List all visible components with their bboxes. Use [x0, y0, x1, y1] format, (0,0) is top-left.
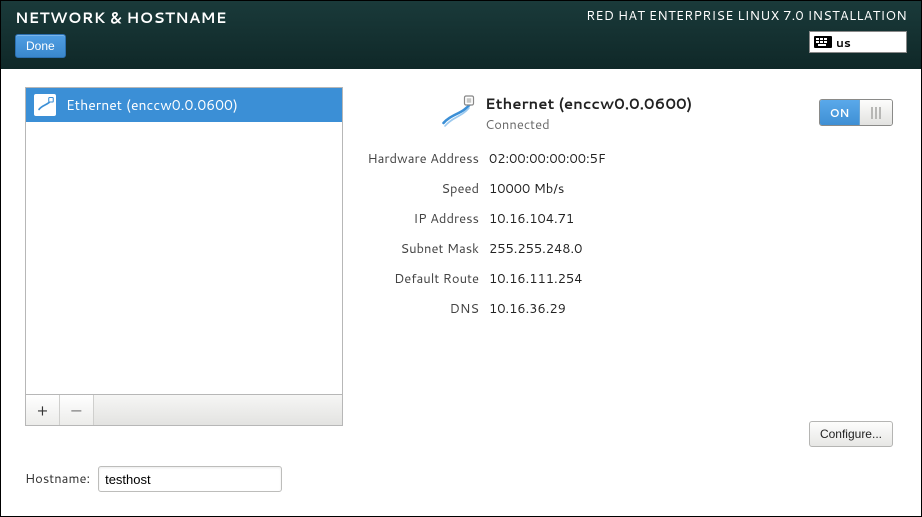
device-list-toolbar: + − — [25, 395, 343, 426]
dns-label: DNS — [361, 300, 489, 318]
toggle-knob-icon — [860, 100, 892, 125]
connection-status: Connected — [485, 116, 692, 134]
subnet-mask-value: 255.255.248.0 — [489, 240, 582, 258]
keyboard-layout-indicator[interactable]: us — [809, 31, 907, 53]
hw-address-label: Hardware Address — [361, 150, 489, 168]
ip-address-label: IP Address — [361, 210, 489, 228]
ethernet-icon — [34, 94, 56, 116]
device-list[interactable]: Ethernet (enccw0.0.0600) — [25, 87, 343, 395]
dns-value: 10.16.36.29 — [489, 300, 566, 318]
header-bar: NETWORK & HOSTNAME Done RED HAT ENTERPRI… — [1, 1, 921, 69]
keyboard-icon — [814, 36, 832, 48]
speed-label: Speed — [361, 180, 489, 198]
page-title: NETWORK & HOSTNAME — [15, 7, 227, 28]
default-route-value: 10.16.111.254 — [489, 270, 582, 288]
connection-toggle[interactable]: ON — [819, 99, 893, 126]
device-list-item[interactable]: Ethernet (enccw0.0.0600) — [26, 88, 342, 122]
done-button[interactable]: Done — [15, 34, 66, 58]
speed-value: 10000 Mb/s — [489, 180, 564, 198]
configure-button[interactable]: Configure... — [809, 421, 893, 447]
ip-address-value: 10.16.104.71 — [489, 210, 574, 228]
device-list-item-label: Ethernet (enccw0.0.0600) — [66, 95, 238, 115]
hw-address-value: 02:00:00:00:00:5F — [489, 150, 606, 168]
remove-device-button[interactable]: − — [60, 395, 94, 425]
connection-name: Ethernet (enccw0.0.0600) — [485, 93, 692, 114]
ethernet-icon — [439, 93, 475, 134]
add-device-button[interactable]: + — [26, 395, 60, 425]
hostname-input[interactable] — [98, 466, 282, 492]
installer-title: RED HAT ENTERPRISE LINUX 7.0 INSTALLATIO… — [586, 7, 907, 25]
hostname-label: Hostname: — [25, 470, 90, 488]
default-route-label: Default Route — [361, 270, 489, 288]
toggle-on-label: ON — [820, 100, 860, 125]
connection-details: Hardware Address 02:00:00:00:00:5F Speed… — [361, 150, 691, 318]
keyboard-layout-label: us — [836, 34, 851, 51]
subnet-mask-label: Subnet Mask — [361, 240, 489, 258]
